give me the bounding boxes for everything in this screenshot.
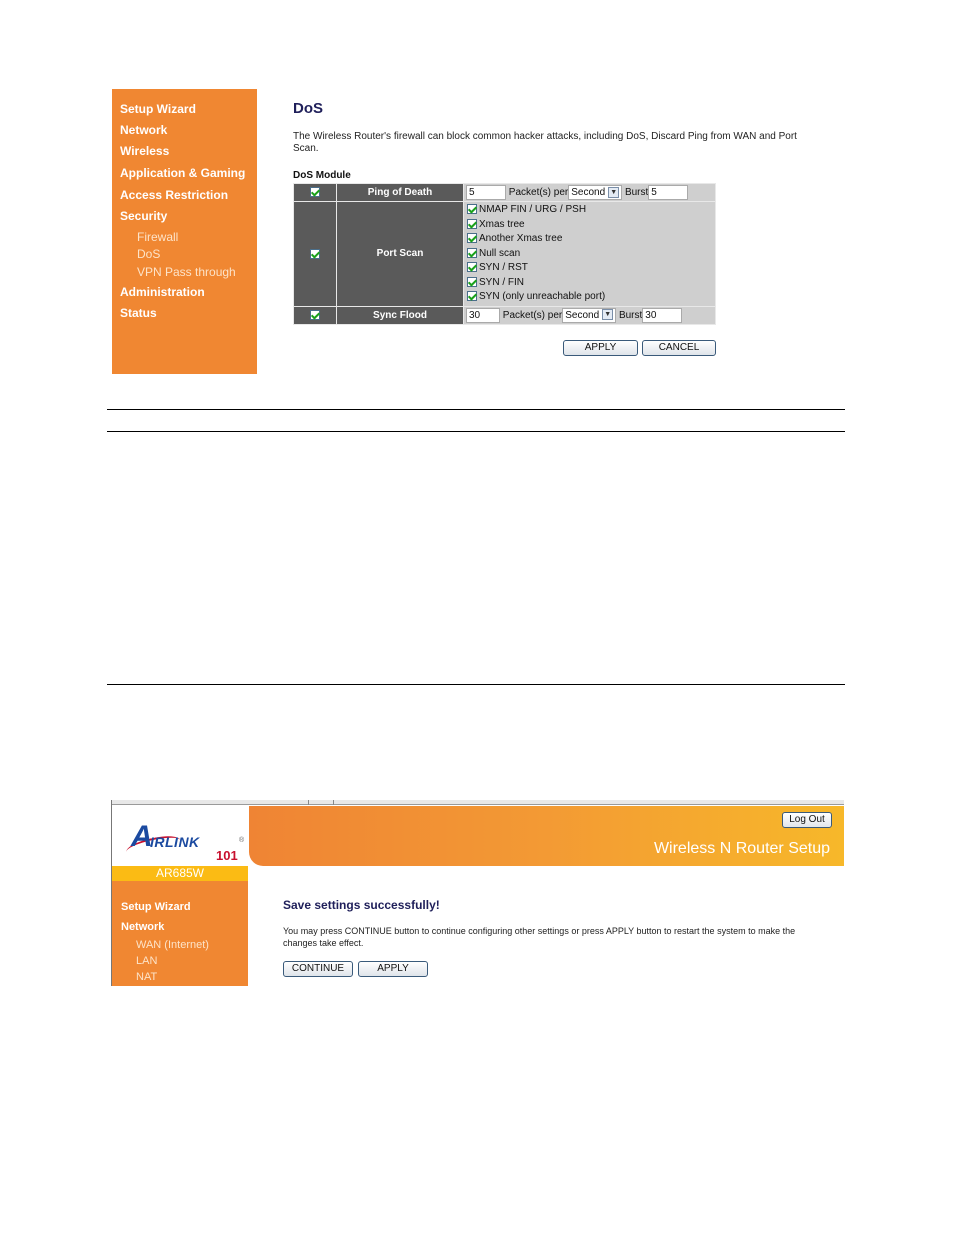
checkbox[interactable] [467, 204, 477, 215]
airlink-logo: A IRLINK ® 101 [123, 810, 245, 865]
sidebar-item-setup-wizard[interactable]: Setup Wizard [121, 901, 191, 913]
sidebar-subitem-firewall[interactable]: Firewall [137, 230, 178, 244]
sync-flood-unit-select[interactable]: Second ▼ [562, 307, 617, 323]
port-scan-checkbox[interactable] [310, 248, 320, 259]
banner-title: Wireless N Router Setup [653, 840, 830, 857]
cancel-button[interactable]: CANCEL [642, 340, 716, 356]
burst-label: Burst [618, 309, 643, 321]
ping-of-death-checkbox[interactable] [310, 187, 320, 198]
page-description: The Wireless Router's firewall can block… [293, 131, 797, 154]
option-label: Null scan [479, 247, 521, 259]
divider [107, 409, 845, 410]
chevron-down-icon: ▼ [608, 186, 620, 198]
burst-label: Burst [624, 187, 649, 199]
page-title: Save settings successfully! [283, 898, 440, 912]
logout-button[interactable]: Log Out [782, 812, 832, 828]
logo-wordmark: IRLINK [150, 834, 200, 850]
sidebar: Setup Wizard Network Wireless Applicatio… [112, 89, 257, 374]
port-scan-option[interactable]: SYN (only unreachable port) [467, 290, 712, 305]
page-description: You may press CONTINUE button to continu… [283, 926, 796, 948]
port-scan-option[interactable]: NMAP FIN / URG / PSH [467, 203, 712, 218]
checkbox[interactable] [467, 291, 477, 302]
ping-of-death-label: Ping of Death [336, 183, 464, 202]
model-label: AR685W [112, 866, 248, 881]
packets-per-label: Packet(s) per [502, 309, 563, 321]
apply-button[interactable]: APPLY [358, 961, 428, 977]
sidebar-subitem-dos[interactable]: DoS [137, 247, 160, 261]
sidebar-item-setup-wizard[interactable]: Setup Wizard [120, 102, 196, 116]
continue-button[interactable]: CONTINUE [283, 961, 353, 977]
browser-toolbar-edge [111, 800, 844, 805]
ping-of-death-unit-select[interactable]: Second ▼ [568, 185, 623, 200]
sidebar-item-wireless[interactable]: Wireless [120, 144, 169, 158]
option-label: NMAP FIN / URG / PSH [479, 204, 587, 215]
port-scan-option[interactable]: Null scan [467, 247, 712, 262]
port-scan-option[interactable]: Xmas tree [467, 218, 712, 233]
port-scan-row: Port Scan NMAP FIN / URG / PSH Xmas tree… [293, 201, 716, 307]
option-label: SYN (only unreachable port) [479, 291, 606, 302]
sidebar-item-network[interactable]: Network [120, 123, 167, 137]
chevron-down-icon: ▼ [602, 309, 614, 321]
sidebar-item-network[interactable]: Network [121, 921, 164, 933]
sync-flood-packets-input[interactable]: 30 [466, 307, 500, 323]
divider [308, 800, 309, 805]
checkbox[interactable] [467, 233, 477, 244]
sidebar-item-application-gaming[interactable]: Application & Gaming [120, 166, 245, 180]
divider [107, 431, 845, 432]
select-value: Second [565, 309, 600, 321]
option-label: Another Xmas tree [479, 233, 563, 244]
packets-per-label: Packet(s) per [508, 187, 569, 199]
apply-button[interactable]: APPLY [563, 340, 638, 356]
sidebar-item-access-restriction[interactable]: Access Restriction [120, 188, 228, 202]
sidebar-subitem-lan[interactable]: LAN [136, 955, 157, 967]
sidebar-subitem-wan[interactable]: WAN (Internet) [136, 939, 209, 951]
checkbox[interactable] [467, 247, 477, 258]
option-label: Xmas tree [479, 218, 525, 230]
port-scan-option[interactable]: SYN / FIN [467, 276, 712, 291]
sync-flood-row: Sync Flood 30 Packet(s) per Second ▼ Burst… [293, 305, 716, 325]
sidebar-item-security[interactable]: Security [120, 209, 167, 223]
option-label: SYN / FIN [479, 276, 525, 288]
sidebar-subitem-nat[interactable]: NAT [136, 971, 157, 983]
port-scan-option[interactable]: SYN / RST [467, 261, 712, 276]
sync-flood-checkbox[interactable] [310, 309, 320, 320]
sidebar: Setup Wizard Network WAN (Internet) LAN … [112, 881, 248, 986]
ping-of-death-burst-input[interactable]: 5 [648, 185, 689, 200]
ping-of-death-packets-input[interactable]: 5 [466, 185, 506, 200]
divider [107, 684, 845, 685]
ping-of-death-row: Ping of Death 5 Packet(s) per Second ▼ Bur… [293, 183, 716, 202]
logo-number: 101 [216, 848, 238, 863]
sidebar-item-status[interactable]: Status [120, 306, 157, 320]
sidebar-item-administration[interactable]: Administration [120, 285, 205, 299]
section-heading: DoS Module [293, 170, 351, 181]
divider [333, 800, 334, 805]
checkbox[interactable] [467, 276, 477, 287]
page-title: DoS [293, 100, 323, 117]
sidebar-subitem-vpn-pass-through[interactable]: VPN Pass through [137, 265, 236, 279]
sync-flood-burst-input[interactable]: 30 [642, 307, 683, 323]
dos-settings-screenshot: Setup Wizard Network Wireless Applicatio… [112, 89, 797, 374]
registered-mark: ® [239, 837, 245, 844]
port-scan-label: Port Scan [336, 201, 464, 307]
checkbox[interactable] [467, 218, 477, 229]
checkbox[interactable] [467, 262, 477, 273]
sync-flood-label: Sync Flood [336, 305, 464, 325]
dos-module-table: Ping of Death 5 Packet(s) per Second ▼ Bur… [293, 183, 716, 325]
option-label: SYN / RST [479, 262, 528, 273]
save-settings-screenshot: A IRLINK ® 101 Log Out Wireless N Router… [111, 800, 844, 986]
port-scan-option[interactable]: Another Xmas tree [467, 232, 712, 247]
select-value: Second [571, 187, 606, 198]
header-banner: Log Out Wireless N Router Setup [249, 806, 844, 866]
